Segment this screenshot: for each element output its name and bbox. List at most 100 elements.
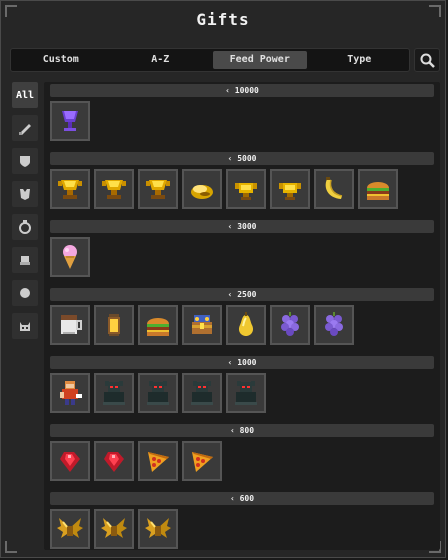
gift-slot[interactable] bbox=[314, 305, 354, 345]
tier-value: 2500 bbox=[237, 290, 257, 299]
gift-slot[interactable] bbox=[358, 169, 398, 209]
gift-slot[interactable] bbox=[182, 169, 222, 209]
search-icon bbox=[420, 53, 435, 68]
gold-trophy-icon bbox=[99, 174, 129, 204]
gift-slot[interactable] bbox=[50, 509, 90, 549]
feed-power-icon: ‹ bbox=[229, 426, 240, 435]
gem-icon bbox=[20, 288, 30, 298]
tier-value: 800 bbox=[239, 426, 255, 435]
burger-icon bbox=[363, 174, 393, 204]
tier-header: ‹ 800 bbox=[50, 424, 434, 437]
gold-wings-icon bbox=[55, 514, 85, 544]
gift-slot[interactable] bbox=[270, 169, 310, 209]
gift-list[interactable]: ‹ 10000 ‹ 5000 ‹ 3000 ‹ 2500 ‹ 1000 ‹ 800 ‹ 60… bbox=[44, 82, 440, 550]
gift-slot[interactable] bbox=[138, 305, 178, 345]
tier-header: ‹ 600 bbox=[50, 492, 434, 505]
mug-icon bbox=[55, 310, 85, 340]
gift-slot[interactable] bbox=[138, 169, 178, 209]
gift-slot[interactable] bbox=[50, 101, 90, 141]
gold-wings-icon bbox=[99, 514, 129, 544]
ruby-icon bbox=[99, 446, 129, 476]
ruby-icon bbox=[55, 446, 85, 476]
dark-statue-icon bbox=[99, 378, 129, 408]
gift-slot[interactable] bbox=[50, 373, 90, 413]
tab-type[interactable]: Type bbox=[313, 51, 407, 69]
tier-value: 600 bbox=[239, 494, 255, 503]
gift-slot[interactable] bbox=[314, 169, 354, 209]
gold-trophy-icon bbox=[55, 174, 85, 204]
treasure-icon bbox=[187, 310, 217, 340]
gift-slot[interactable] bbox=[226, 305, 266, 345]
grapes-icon bbox=[319, 310, 349, 340]
tier-value: 1000 bbox=[237, 358, 257, 367]
ring-icon bbox=[19, 220, 31, 234]
tier-header: ‹ 2500 bbox=[50, 288, 434, 301]
gift-slot[interactable] bbox=[50, 441, 90, 481]
lantern-icon bbox=[99, 310, 129, 340]
category-sidebar: All bbox=[12, 82, 44, 346]
cat-icon bbox=[20, 322, 30, 331]
gift-slot[interactable] bbox=[182, 441, 222, 481]
category-tab-all[interactable]: All bbox=[12, 82, 38, 108]
tab-feed-power[interactable]: Feed Power bbox=[213, 51, 307, 69]
burger-icon bbox=[143, 310, 173, 340]
gift-slot[interactable] bbox=[226, 169, 266, 209]
gift-slot[interactable] bbox=[138, 441, 178, 481]
gift-slot[interactable] bbox=[182, 305, 222, 345]
tier-header: ‹ 1000 bbox=[50, 356, 434, 369]
goblet-icon bbox=[55, 106, 85, 136]
gold-crown-icon bbox=[275, 174, 305, 204]
gift-row bbox=[44, 97, 440, 150]
gift-slot[interactable] bbox=[94, 373, 134, 413]
gift-slot[interactable] bbox=[50, 237, 90, 277]
gift-row bbox=[44, 301, 440, 354]
gift-slot[interactable] bbox=[94, 169, 134, 209]
gift-slot[interactable] bbox=[50, 169, 90, 209]
weapon-icon bbox=[19, 124, 31, 135]
category-tab-cat[interactable] bbox=[12, 313, 38, 339]
tab-a-z[interactable]: A-Z bbox=[114, 51, 208, 69]
feed-power-icon: ‹ bbox=[227, 290, 238, 299]
gift-slot[interactable] bbox=[270, 305, 310, 345]
feed-power-icon: ‹ bbox=[229, 494, 240, 503]
frame-corner bbox=[5, 541, 17, 553]
gift-slot[interactable] bbox=[226, 373, 266, 413]
gift-slot[interactable] bbox=[94, 305, 134, 345]
feed-power-icon: ‹ bbox=[227, 222, 238, 231]
gift-slot[interactable] bbox=[94, 441, 134, 481]
gift-slot[interactable] bbox=[50, 305, 90, 345]
gift-row bbox=[44, 369, 440, 422]
category-tab-ring[interactable] bbox=[12, 214, 38, 240]
gift-slot[interactable] bbox=[182, 373, 222, 413]
category-tab-shield[interactable] bbox=[12, 148, 38, 174]
gift-slot[interactable] bbox=[94, 509, 134, 549]
feed-power-icon: ‹ bbox=[227, 358, 238, 367]
gift-row bbox=[44, 437, 440, 490]
tier-value: 10000 bbox=[234, 86, 259, 95]
armor-icon bbox=[20, 189, 30, 200]
pizza-icon bbox=[143, 446, 173, 476]
sort-tabs: Custom A-Z Feed Power Type bbox=[10, 48, 410, 72]
gold-crown-icon bbox=[231, 174, 261, 204]
gift-slot[interactable] bbox=[138, 373, 178, 413]
gold-nugget-icon bbox=[187, 174, 217, 204]
dark-statue-icon bbox=[231, 378, 261, 408]
pizza-icon bbox=[187, 446, 217, 476]
gift-row bbox=[44, 505, 440, 550]
tab-custom[interactable]: Custom bbox=[14, 51, 108, 69]
category-tab-gem[interactable] bbox=[12, 280, 38, 306]
tier-header: ‹ 10000 bbox=[50, 84, 434, 97]
search-button[interactable] bbox=[414, 48, 440, 72]
category-tab-food[interactable] bbox=[12, 247, 38, 273]
tier-header: ‹ 5000 bbox=[50, 152, 434, 165]
banana-icon bbox=[319, 174, 349, 204]
feed-power-icon: ‹ bbox=[225, 86, 235, 95]
window-title: Gifts bbox=[196, 10, 250, 29]
gift-slot[interactable] bbox=[138, 509, 178, 549]
pear-icon bbox=[231, 310, 261, 340]
hero-figure-icon bbox=[55, 378, 85, 408]
dark-statue-icon bbox=[187, 378, 217, 408]
category-tab-armor[interactable] bbox=[12, 181, 38, 207]
tier-value: 5000 bbox=[237, 154, 257, 163]
category-tab-weapon[interactable] bbox=[12, 115, 38, 141]
